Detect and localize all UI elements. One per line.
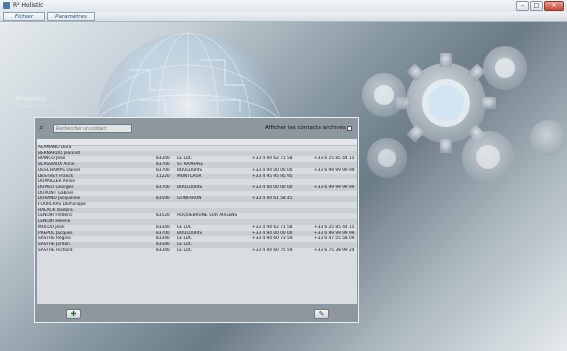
search-input[interactable] — [53, 124, 132, 133]
add-contact-icon: ✚ — [70, 310, 77, 318]
brand-title: R²Holistic — [16, 95, 47, 103]
maximize-button[interactable]: □ — [530, 1, 543, 11]
archive-checkbox[interactable] — [347, 126, 352, 131]
gear-graphic-small-right — [483, 46, 527, 90]
cell-city: LE LUC — [177, 247, 192, 253]
gear-graphic-bottom — [462, 131, 514, 183]
gear-graphic-bottom-left — [367, 138, 407, 178]
contacts-table: ALAMANO Dora BERNARDO Jeannot BIANCO Jean 8… — [37, 139, 357, 304]
close-button[interactable]: ✕ — [544, 1, 564, 11]
panel-toolbar: ⌕ Afficher les contacts archivés — [35, 118, 358, 140]
app-icon — [3, 2, 10, 9]
contacts-panel: ⌕ Afficher les contacts archivés ALAMANO… — [34, 117, 359, 323]
gear-graphic-small-left — [362, 73, 406, 117]
cell-name: SASTRE Richard — [38, 247, 73, 253]
menu-fichier[interactable]: Fichier — [3, 12, 45, 21]
archive-label: Afficher les contacts archivés — [265, 125, 346, 131]
window-title: R² Holistic — [13, 2, 44, 9]
menu-parametres[interactable]: Paramètres — [47, 12, 95, 21]
edit-contact-icon: ✎ — [318, 310, 325, 318]
panel-footer: ✚ ✎ — [35, 307, 358, 322]
magnifier-icon: ⌕ — [39, 123, 44, 132]
app-window: R² Holistic – □ ✕ Fichier Paramètres R²H… — [0, 0, 567, 351]
add-contact-button[interactable]: ✚ — [66, 309, 81, 319]
gear-graphic-far-right — [530, 120, 566, 156]
edit-contact-button[interactable]: ✎ — [314, 309, 329, 319]
table-row[interactable]: SASTRE Richard 83340 LE LUC +33 4 94 60 75 … — [37, 248, 357, 254]
window-controls: – □ ✕ — [516, 1, 564, 11]
menu-bar: Fichier Paramètres — [0, 12, 567, 22]
brand-subtitle: Utilisateur : d***** — [16, 105, 58, 110]
minimize-button[interactable]: – — [516, 1, 529, 11]
cell-mobile: +33 6 75 38 99 24 — [314, 247, 355, 253]
cell-phone: +33 4 94 60 75 59 — [252, 247, 293, 253]
